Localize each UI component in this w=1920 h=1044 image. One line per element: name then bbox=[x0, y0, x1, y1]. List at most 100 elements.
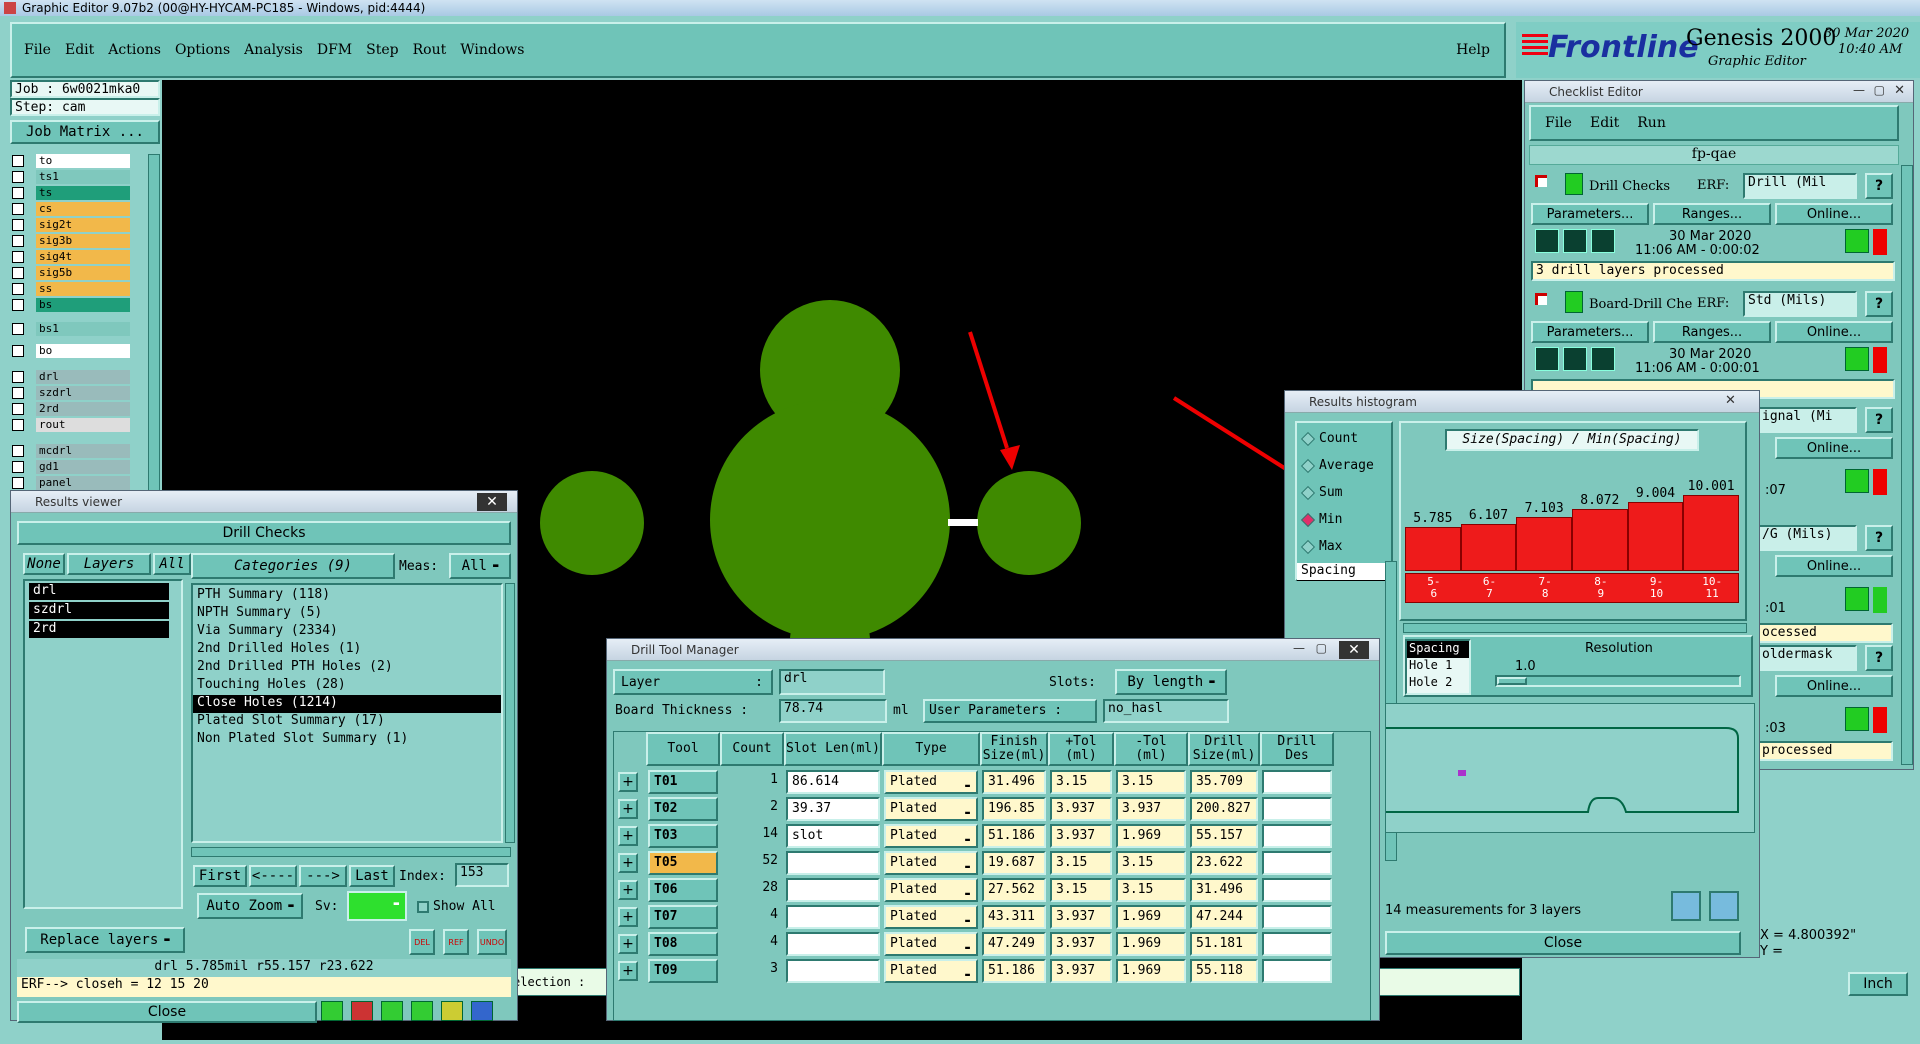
erf-field-4[interactable]: /G (Mils) bbox=[1757, 525, 1857, 551]
category-item[interactable]: Non Plated Slot Summary (1) bbox=[193, 731, 501, 749]
drill-size[interactable]: 51.181 bbox=[1190, 932, 1258, 956]
result-layer-item[interactable]: szdrl bbox=[29, 602, 169, 619]
tool-id[interactable]: T03 bbox=[648, 824, 718, 848]
run-icon[interactable] bbox=[1535, 347, 1559, 371]
category-hscroll[interactable] bbox=[191, 847, 511, 857]
undo-icon[interactable]: UNDO bbox=[477, 929, 507, 955]
histogram-bar[interactable] bbox=[1683, 495, 1739, 571]
category-item[interactable]: NPTH Summary (5) bbox=[193, 605, 501, 623]
layers-none-button[interactable]: None bbox=[23, 553, 65, 575]
user-parameters-field[interactable]: no_hasl bbox=[1103, 699, 1229, 723]
result-layer-item[interactable]: drl bbox=[29, 583, 169, 600]
category-item[interactable]: 2nd Drilled PTH Holes (2) bbox=[193, 659, 501, 677]
layer-checkbox[interactable] bbox=[12, 187, 24, 199]
category-item[interactable]: Close Holes (1214) bbox=[193, 695, 501, 713]
layer-field[interactable]: drl bbox=[779, 669, 885, 695]
layer-checkbox[interactable] bbox=[12, 323, 24, 335]
category-item[interactable]: 2nd Drilled Holes (1) bbox=[193, 641, 501, 659]
checklist-menu-run[interactable]: Run bbox=[1637, 115, 1666, 131]
minus-tol[interactable]: 1.969 bbox=[1116, 824, 1186, 848]
online-button[interactable]: Online... bbox=[1775, 203, 1893, 225]
layer-list[interactable]: drl szdrl 2rd bbox=[23, 579, 183, 909]
drill-size[interactable]: 47.244 bbox=[1190, 905, 1258, 929]
col-header[interactable]: Drill Des bbox=[1260, 732, 1334, 766]
histogram-close-button[interactable]: Close bbox=[1385, 931, 1741, 955]
col-header[interactable]: +Tol (ml) bbox=[1048, 732, 1114, 766]
agg-option-sum[interactable]: Sum bbox=[1300, 485, 1342, 500]
drill-close-icon[interactable]: ✕ bbox=[1339, 641, 1369, 659]
result-layer-item[interactable]: 2rd bbox=[29, 621, 169, 638]
drill-des[interactable] bbox=[1262, 797, 1332, 821]
minus-tol[interactable]: 1.969 bbox=[1116, 905, 1186, 929]
layer-row-sig2t[interactable]: sig2t bbox=[12, 218, 130, 232]
col-spacing[interactable]: Spacing bbox=[1407, 641, 1469, 658]
slot-len[interactable] bbox=[786, 959, 880, 983]
layer-checkbox[interactable] bbox=[12, 419, 24, 431]
agg-option-min[interactable]: Min bbox=[1300, 512, 1342, 527]
slot-len[interactable] bbox=[786, 851, 880, 875]
drill-size[interactable]: 55.157 bbox=[1190, 824, 1258, 848]
checklist-scrollbar[interactable] bbox=[1901, 165, 1913, 765]
tool-row[interactable]: + T02 2 39.37 Plated ▬ 196.85 3.937 3.937 200.827 bbox=[614, 795, 1372, 822]
expand-icon[interactable]: + bbox=[618, 799, 638, 819]
expand-icon[interactable]: + bbox=[618, 880, 638, 900]
histogram-bar[interactable] bbox=[1572, 509, 1628, 571]
layer-row-sig5b[interactable]: sig5b bbox=[12, 266, 130, 280]
tool-type[interactable]: Plated ▬ bbox=[884, 905, 978, 929]
slot-len[interactable] bbox=[786, 878, 880, 902]
plus-tol[interactable]: 3.937 bbox=[1050, 959, 1112, 983]
finish-size[interactable]: 31.496 bbox=[982, 770, 1046, 794]
layer-checkbox[interactable] bbox=[12, 445, 24, 457]
drill-des[interactable] bbox=[1262, 905, 1332, 929]
run-icon-2[interactable] bbox=[1563, 229, 1587, 253]
tool-id[interactable]: T05 bbox=[648, 851, 718, 875]
layer-row-szdrl[interactable]: szdrl bbox=[12, 386, 130, 400]
minus-tol[interactable]: 3.15 bbox=[1116, 851, 1186, 875]
tool-id[interactable]: T08 bbox=[648, 932, 718, 956]
run-icon[interactable] bbox=[1535, 229, 1559, 253]
show-all-checkbox[interactable] bbox=[417, 901, 429, 913]
layer-row-ts1[interactable]: ts1 bbox=[12, 170, 130, 184]
slot-len[interactable]: 39.37 bbox=[786, 797, 880, 821]
layer-row-bo[interactable]: bo bbox=[12, 344, 130, 358]
meas-dropdown[interactable]: All ▬ bbox=[449, 553, 511, 579]
help-icon[interactable]: ? bbox=[1865, 173, 1893, 199]
layer-checkbox[interactable] bbox=[12, 403, 24, 415]
auto-zoom-dropdown[interactable]: Auto Zoom ▬ bbox=[197, 893, 303, 919]
ranges-button[interactable]: Ranges... bbox=[1653, 321, 1771, 343]
minus-tol[interactable]: 1.969 bbox=[1116, 932, 1186, 956]
expand-icon[interactable]: + bbox=[618, 934, 638, 954]
sv-color-dropdown[interactable]: ▬ bbox=[347, 891, 407, 921]
tool-type[interactable]: Plated ▬ bbox=[884, 770, 978, 794]
erf-field[interactable]: Drill (Mil bbox=[1743, 173, 1857, 199]
expand-icon[interactable]: + bbox=[618, 826, 638, 846]
tool-row[interactable]: + T07 4 Plated ▬ 43.311 3.937 1.969 47.244 bbox=[614, 903, 1372, 930]
tool-row[interactable]: + T05 52 Plated ▬ 19.687 3.15 3.15 23.622 bbox=[614, 849, 1372, 876]
layer-checkbox[interactable] bbox=[12, 267, 24, 279]
tool-icon-3[interactable] bbox=[381, 1001, 403, 1021]
plus-tol[interactable]: 3.937 bbox=[1050, 797, 1112, 821]
tool-row[interactable]: + T06 28 Plated ▬ 27.562 3.15 3.15 31.496 bbox=[614, 876, 1372, 903]
col-header[interactable]: Drill Size(ml) bbox=[1188, 732, 1260, 766]
tool-row[interactable]: + T01 1 86.614 Plated ▬ 31.496 3.15 3.15 35.709 bbox=[614, 768, 1372, 795]
slot-len[interactable] bbox=[786, 905, 880, 929]
layer-row-mcdrl[interactable]: mcdrl bbox=[12, 444, 130, 458]
histogram-close-icon[interactable]: ✕ bbox=[1725, 393, 1736, 408]
category-scrollbar[interactable] bbox=[505, 583, 515, 843]
checklist-minimize-icon[interactable]: — bbox=[1853, 83, 1865, 97]
agg-option-average[interactable]: Average bbox=[1300, 458, 1374, 473]
checklist-menu-file[interactable]: File bbox=[1545, 115, 1572, 131]
help-icon[interactable]: ? bbox=[1865, 645, 1893, 671]
layer-row-panel[interactable]: panel bbox=[12, 476, 130, 490]
results-close-button[interactable]: Close bbox=[17, 1001, 317, 1023]
results-viewer-close-icon[interactable]: ✕ bbox=[477, 493, 507, 511]
checklist-menu-edit[interactable]: Edit bbox=[1590, 115, 1619, 131]
histogram-bar[interactable] bbox=[1627, 502, 1684, 571]
layer-row-ss[interactable]: ss bbox=[12, 282, 130, 296]
layer-row-bs1[interactable]: bs1 bbox=[12, 322, 130, 336]
layer-row-cs[interactable]: cs bbox=[12, 202, 130, 216]
tool-icon-2[interactable] bbox=[351, 1001, 373, 1021]
layer-checkbox[interactable] bbox=[12, 251, 24, 263]
minus-tol[interactable]: 1.969 bbox=[1116, 959, 1186, 983]
menu-rout[interactable]: Rout bbox=[413, 42, 447, 58]
